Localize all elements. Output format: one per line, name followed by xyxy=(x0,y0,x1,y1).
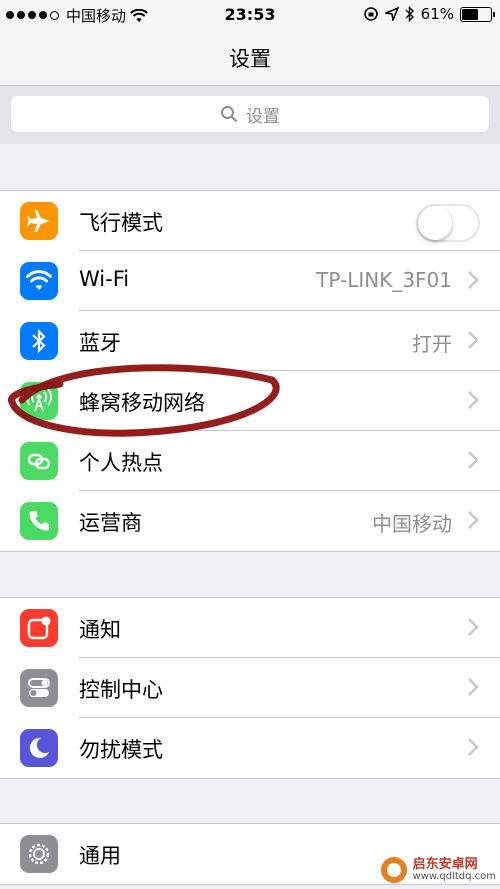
personal-hotspot-label: 个人热点 xyxy=(79,451,163,475)
wifi-icon xyxy=(20,262,58,300)
chevron-right-icon xyxy=(468,271,479,289)
settings-row-do-not-disturb[interactable]: 勿扰模式 xyxy=(0,718,500,778)
bluetooth-status-icon xyxy=(405,6,414,22)
chevron-right-icon xyxy=(468,331,479,349)
bluetooth-status-value: 打开 xyxy=(412,332,452,356)
moon-icon xyxy=(20,729,58,767)
settings-row-wifi[interactable]: Wi-Fi TP-LINK_3F01 xyxy=(0,251,500,311)
settings-row-bluetooth[interactable]: 蓝牙 打开 xyxy=(0,311,500,371)
watermark: 启东安卓网 www.qdltdq.com xyxy=(379,855,496,885)
phone-icon xyxy=(20,502,58,540)
chevron-right-icon xyxy=(468,618,479,636)
wifi-network-value: TP-LINK_3F01 xyxy=(316,268,452,292)
airplane-mode-toggle[interactable] xyxy=(416,204,480,242)
chevron-right-icon xyxy=(468,511,479,529)
bluetooth-label: 蓝牙 xyxy=(79,331,121,355)
location-icon xyxy=(384,7,399,21)
settings-group-notifications: 通知 控制中心 勿扰模式 xyxy=(0,597,500,779)
settings-row-personal-hotspot[interactable]: 个人热点 xyxy=(0,431,500,491)
search-icon xyxy=(221,106,237,122)
gear-icon xyxy=(20,835,58,873)
general-label: 通用 xyxy=(79,844,121,868)
search-placeholder: 设置 xyxy=(246,106,280,127)
watermark-name: 启东安卓网 xyxy=(412,856,478,872)
cellular-label: 蜂窝移动网络 xyxy=(79,391,205,415)
notifications-icon xyxy=(20,609,58,647)
battery-percent: 61% xyxy=(420,5,454,23)
do-not-disturb-label: 勿扰模式 xyxy=(79,738,163,762)
control-center-label: 控制中心 xyxy=(79,678,163,702)
page-title: 设置 xyxy=(229,47,271,71)
control-center-icon xyxy=(20,669,58,707)
notifications-label: 通知 xyxy=(79,618,121,642)
battery-icon xyxy=(460,6,495,22)
chevron-right-icon xyxy=(468,391,479,409)
chevron-right-icon xyxy=(468,738,479,756)
watermark-url: www.qdltdq.com xyxy=(412,870,496,882)
personal-hotspot-icon xyxy=(20,442,58,480)
airplane-mode-label: 飞行模式 xyxy=(79,211,163,235)
settings-row-notifications[interactable]: 通知 xyxy=(0,598,500,658)
settings-group-connectivity: 飞行模式 Wi-Fi TP-LINK_3F01 蓝牙 打开 蜂窝移动网络 个人热… xyxy=(0,190,500,552)
chevron-right-icon xyxy=(468,451,479,469)
search-input[interactable]: 设置 xyxy=(11,96,489,132)
orientation-lock-icon xyxy=(363,7,378,21)
chevron-right-icon xyxy=(468,678,479,696)
watermark-logo-icon xyxy=(380,857,407,883)
settings-row-control-center[interactable]: 控制中心 xyxy=(0,658,500,718)
settings-row-carrier[interactable]: 运营商 中国移动 xyxy=(0,491,500,551)
search-area: 设置 xyxy=(0,86,500,144)
airplane-icon xyxy=(20,202,58,240)
carrier-row-label: 运营商 xyxy=(79,511,142,535)
carrier-value: 中国移动 xyxy=(372,512,452,536)
bluetooth-icon xyxy=(20,322,58,360)
navigation-bar: 设置 xyxy=(0,30,500,86)
status-bar: 中国移动 23:53 61% xyxy=(0,0,500,30)
settings-row-airplane-mode: 飞行模式 xyxy=(0,191,500,251)
cellular-antenna-icon xyxy=(20,382,58,420)
wifi-label: Wi-Fi xyxy=(79,267,130,291)
settings-row-cellular[interactable]: 蜂窝移动网络 xyxy=(0,371,500,431)
